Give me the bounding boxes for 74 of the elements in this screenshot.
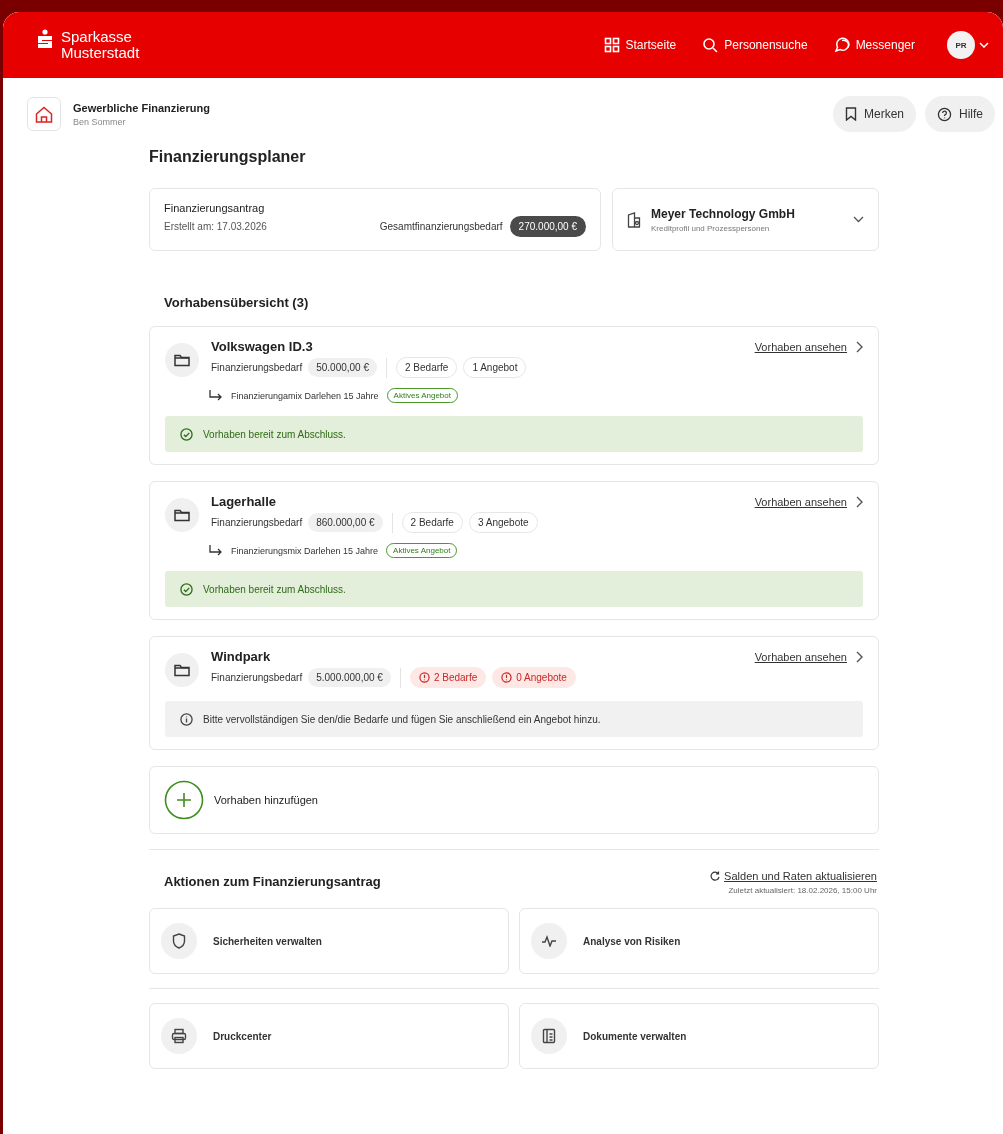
info-icon: [180, 712, 193, 726]
folder-icon: [174, 353, 190, 367]
avatar[interactable]: PR: [947, 31, 975, 59]
view-link[interactable]: Vorhaben ansehen: [754, 649, 863, 665]
chevron-right-icon: [855, 341, 863, 353]
building-icon: [627, 211, 641, 228]
bookmark-icon: [844, 107, 857, 121]
help-button[interactable]: Hilfe: [925, 96, 995, 132]
alert-icon: [501, 672, 513, 683]
warning-chip: 0 Angebote: [492, 667, 576, 688]
project-title: Lagerhalle: [211, 494, 278, 509]
action-card[interactable]: Dokumente verwalten: [519, 1003, 879, 1069]
nav-link[interactable]: Personensuche: [702, 37, 808, 53]
refresh-link[interactable]: Salden und Raten aktualisieren: [710, 870, 877, 882]
nav-link[interactable]: Startseite: [603, 37, 677, 53]
check-circle-icon: [180, 427, 193, 441]
project-title: Windpark: [211, 649, 272, 664]
success-notice: Vorhaben bereit zum Abschluss.: [165, 416, 863, 452]
amount: 860.000,00 €: [308, 513, 383, 532]
chat-icon: [833, 37, 850, 53]
context-title: Gewerbliche Finanzierung: [73, 101, 210, 114]
bookmark-button[interactable]: Merken: [832, 96, 916, 132]
check-circle-icon: [180, 582, 193, 596]
application-title: Finanzierungsantrag: [164, 202, 266, 214]
info-notice: Bitte vervollständigen Sie den/die Bedarfe und fügen Sie anschließend ein Angebot hinzu.: [165, 701, 863, 737]
mix-text: Finanzierungamix Darlehen 15 Jahre: [231, 390, 379, 401]
customer-subtitle: Kreditprofil und Prozesspersonen: [651, 223, 771, 233]
need-label: Finanzierungsbedarf: [211, 672, 303, 683]
total-amount: 270.000,00 €: [509, 216, 586, 237]
shield-icon: [172, 933, 186, 949]
refresh-icon: [710, 871, 721, 881]
created-date: Erstellt am: 17.03.2026: [164, 221, 267, 232]
customer-name: Meyer Technology GmbH: [651, 206, 796, 221]
section-title: Aktionen zum Finanzierungsantrag: [164, 874, 381, 889]
chevron-right-icon: [855, 651, 863, 663]
section-title: Vorhabensübersicht (3): [164, 295, 310, 310]
nav-link[interactable]: Messenger: [833, 37, 915, 53]
brand-name: Sparkasse Musterstadt: [61, 29, 140, 61]
project-title: Volkswagen ID.3: [211, 339, 314, 354]
warning-chip: 2 Bedarfe: [409, 667, 487, 688]
chevron-right-icon: [855, 496, 863, 508]
page-title: Finanzierungsplaner: [149, 148, 307, 166]
need-label: Finanzierungsbedarf: [211, 517, 303, 528]
caret-icon: [979, 42, 989, 48]
arrow-icon: [209, 390, 223, 401]
printer-icon: [171, 1028, 187, 1044]
mix-text: Finanzierungsmix Darlehen 15 Jahre: [231, 545, 379, 556]
folder-icon: [174, 508, 190, 522]
success-notice: Vorhaben bereit zum Abschluss.: [165, 571, 863, 607]
alert-icon: [418, 672, 430, 683]
customer-selector[interactable]: Meyer Technology GmbH Kreditprofil und Prozesspersonen: [612, 188, 879, 251]
folder-icon: [174, 663, 190, 677]
logo-icon: [37, 29, 53, 49]
search-icon: [702, 37, 719, 53]
last-updated: Zuletzt aktualisiert: 18.02.2026, 15:00 Uhr: [727, 886, 877, 895]
plus-icon[interactable]: [164, 780, 204, 820]
document-icon: [542, 1028, 556, 1044]
add-project-label[interactable]: Vorhaben hinzufügen: [214, 794, 318, 806]
context-subtitle: Ben Sommer: [73, 116, 127, 127]
arrow-icon: [209, 545, 223, 556]
action-card[interactable]: Druckcenter: [149, 1003, 509, 1069]
amount: 50.000,00 €: [308, 358, 377, 377]
grid-icon: [603, 37, 620, 53]
chevron-down-icon: [853, 216, 864, 223]
pulse-icon: [541, 935, 557, 947]
view-link[interactable]: Vorhaben ansehen: [754, 339, 863, 355]
house-icon: [35, 105, 53, 123]
action-card[interactable]: Analyse von Risiken: [519, 908, 879, 974]
view-link[interactable]: Vorhaben ansehen: [754, 494, 863, 510]
need-label: Finanzierungsbedarf: [211, 362, 303, 373]
total-label: Gesamtfinanzierungsbedarf: [379, 221, 503, 232]
action-card[interactable]: Sicherheiten verwalten: [149, 908, 509, 974]
help-icon: [937, 106, 952, 122]
amount: 5.000.000,00 €: [308, 668, 391, 687]
